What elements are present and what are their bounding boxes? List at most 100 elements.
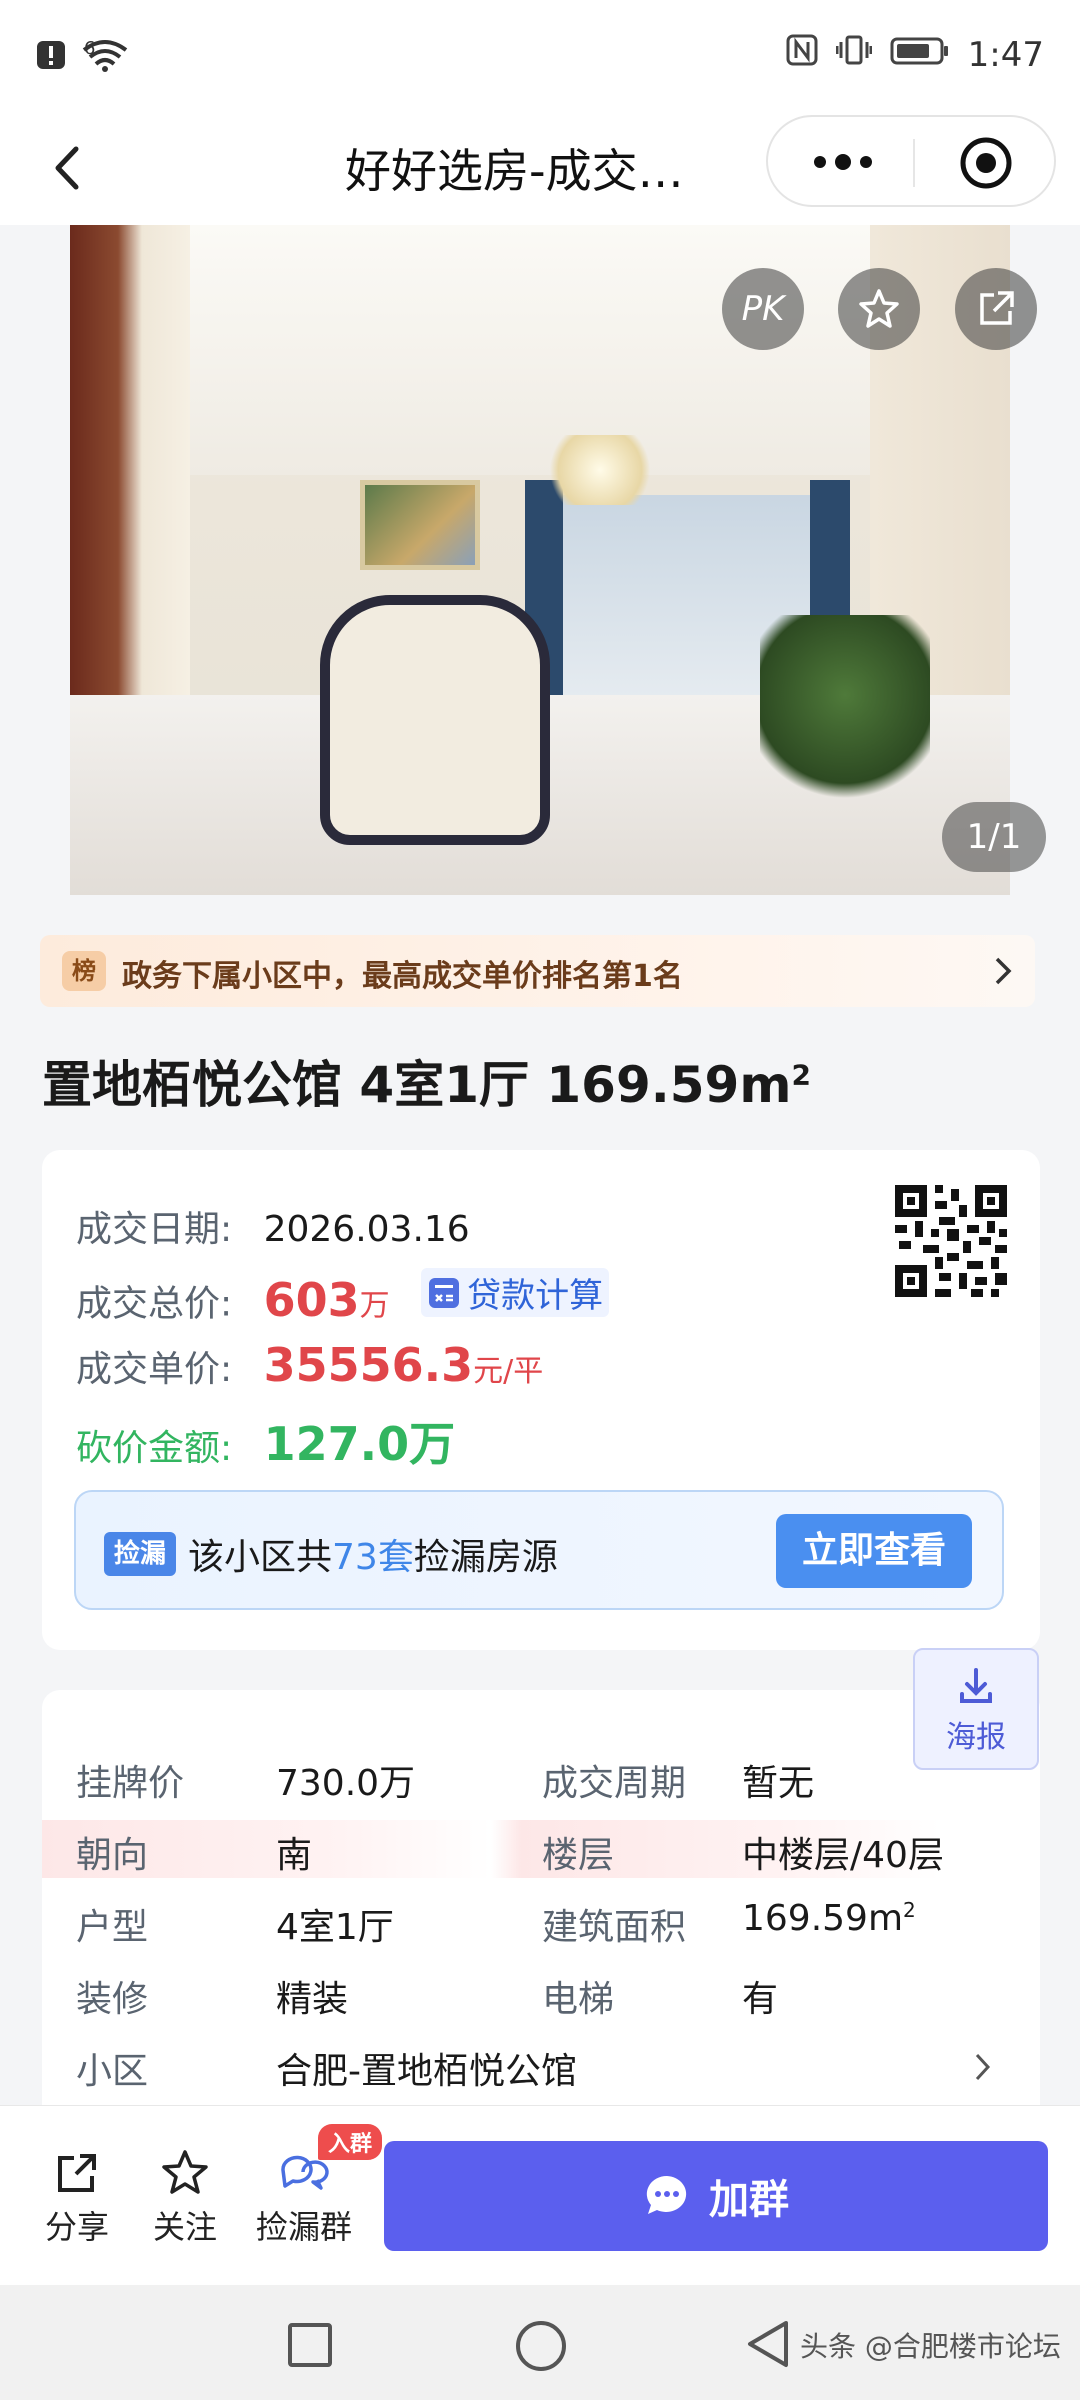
chevron-right-icon — [972, 2050, 994, 2084]
bargain-tag: 捡漏 — [104, 1532, 176, 1576]
nfc-icon — [786, 34, 818, 75]
share-button[interactable]: 分享 — [22, 2148, 132, 2248]
home-button[interactable] — [516, 2321, 566, 2371]
view-now-button[interactable]: 立即查看 — [776, 1514, 972, 1588]
close-miniprogram-button[interactable] — [958, 135, 1014, 191]
deal-total-row: 成交总价: 603万 贷款计算 — [76, 1268, 610, 1327]
bargain-text: 该小区共73套捡漏房源 — [188, 1537, 558, 1578]
pk-compare-button[interactable]: PK — [722, 268, 804, 350]
pk-label: PK — [741, 289, 785, 329]
detail-key: 装修 — [76, 1979, 149, 2020]
community-row[interactable]: 小区 合肥-置地栢悦公馆 — [42, 2036, 1040, 2094]
vibrate-icon — [835, 34, 873, 75]
follow-label: 关注 — [152, 2208, 217, 2246]
join-group-button[interactable]: 加群 — [384, 2141, 1048, 2251]
deal-total-value: 603 — [263, 1272, 360, 1327]
follow-button[interactable]: 关注 — [130, 2148, 240, 2248]
details-row: 装修 精装 电梯 有 — [42, 1964, 1040, 2022]
export-icon — [980, 291, 1014, 325]
deal-total-unit: 万 — [359, 1288, 390, 1324]
system-back-button[interactable] — [744, 2317, 792, 2375]
ranking-text: 政务下属小区中，最高成交单价排名第1名 — [122, 959, 683, 994]
calculator-icon — [429, 1277, 460, 1308]
community-name: 合肥-置地栢悦公馆 — [276, 2051, 577, 2092]
page-title: 好好选房-成交… — [345, 144, 684, 198]
deal-unit-price-label: 成交单价: — [76, 1349, 233, 1390]
poster-label: 海报 — [946, 1720, 1006, 1755]
star-icon — [162, 2150, 208, 2194]
status-right: 1:47 — [786, 34, 1044, 75]
system-nav-bar: 头条 @合肥楼市论坛 — [0, 2285, 1080, 2400]
detail-value: 730.0万 — [276, 1763, 416, 1804]
chevron-right-icon — [990, 953, 1016, 989]
recent-apps-button[interactable] — [288, 2323, 332, 2367]
signal-label: 6 — [84, 37, 96, 59]
detail-key: 小区 — [76, 2051, 149, 2092]
back-button[interactable] — [38, 133, 98, 203]
discount-row: 砍价金额: 127.0万 — [76, 1408, 455, 1474]
detail-value: 精装 — [276, 1979, 349, 2020]
detail-key: 楼层 — [542, 1835, 615, 1876]
title-area-superscript: 2 — [791, 1058, 811, 1092]
detail-key: 户型 — [76, 1907, 149, 1948]
loan-calculator-label: 贷款计算 — [467, 1276, 604, 1316]
detail-key: 挂牌价 — [76, 1763, 185, 1804]
listing-title: 置地栢悦公馆 4室1厅 169.59m2 — [42, 1056, 811, 1114]
qr-code[interactable] — [895, 1185, 1007, 1297]
deal-date-value: 2026.03.16 — [263, 1209, 470, 1250]
more-menu-button[interactable] — [808, 147, 878, 177]
deal-unit-price-row: 成交单价: 35556.3元/平 — [76, 1338, 543, 1392]
detail-value: 4室1厅 — [276, 1907, 394, 1948]
poster-button[interactable]: 海报 — [913, 1648, 1039, 1770]
status-bar: 6 1:47 — [0, 0, 1080, 115]
detail-value: 暂无 — [742, 1763, 815, 1804]
chat-icon — [646, 2175, 687, 2214]
miniprogram-capsule — [766, 115, 1056, 207]
detail-value: 南 — [276, 1835, 313, 1876]
capsule-divider — [913, 139, 915, 187]
loan-calculator-button[interactable]: 贷款计算 — [421, 1268, 610, 1317]
details-row: 挂牌价 730.0万 成交周期 暂无 — [42, 1748, 1040, 1806]
status-time: 1:47 — [967, 34, 1044, 75]
deal-info-card: 成交日期: 2026.03.16 成交总价: 603万 贷款计算 成交单价: 3… — [42, 1150, 1040, 1650]
ranking-banner[interactable]: 榜 政务下属小区中，最高成交单价排名第1名 — [40, 935, 1035, 1007]
detail-value: 有 — [742, 1979, 779, 2020]
rank-badge: 榜 — [62, 951, 106, 991]
discount-label: 砍价金额: — [76, 1428, 233, 1469]
nav-bar: 好好选房-成交… — [0, 115, 1080, 225]
detail-key: 朝向 — [76, 1835, 149, 1876]
deal-date-label: 成交日期: — [76, 1209, 233, 1250]
details-row: 朝向 南 楼层 中楼层/40层 — [42, 1820, 1040, 1878]
discount-value: 127.0万 — [263, 1417, 456, 1471]
download-icon — [960, 1668, 992, 1703]
detail-value: 中楼层/40层 — [742, 1835, 944, 1876]
bottom-action-bar: 分享 关注 捡漏群 入群 加群 — [0, 2105, 1080, 2285]
deal-unit-price-unit: 元/平 — [473, 1354, 544, 1389]
details-row: 户型 4室1厅 建筑面积 169.59m2 — [42, 1892, 1040, 1950]
battery-icon — [890, 35, 950, 75]
share-label: 分享 — [44, 2208, 109, 2246]
source-watermark: 头条 @合肥楼市论坛 — [800, 2330, 1061, 2363]
favorite-button[interactable] — [838, 268, 920, 350]
join-group-label: 加群 — [709, 2177, 789, 2223]
bargain-group-label: 捡漏群 — [255, 2208, 352, 2246]
area-superscript: 2 — [903, 1898, 916, 1922]
deal-date-row: 成交日期: 2026.03.16 — [76, 1200, 470, 1252]
status-left: 6 — [36, 37, 128, 76]
property-details-card: 挂牌价 730.0万 成交周期 暂无 朝向 南 楼层 中楼层/40层 户型 4室… — [42, 1690, 1040, 2110]
bargain-listings-banner[interactable]: 捡漏 该小区共73套捡漏房源 立即查看 — [74, 1490, 1004, 1610]
content-sheet: 榜 政务下属小区中，最高成交单价排名第1名 置地栢悦公馆 4室1厅 169.59… — [0, 895, 1080, 2110]
share-icon — [58, 2154, 96, 2192]
detail-key: 电梯 — [542, 1979, 615, 2020]
bargain-count: 73套 — [332, 1537, 414, 1578]
bargain-group-button[interactable]: 捡漏群 — [248, 2148, 360, 2248]
join-badge: 入群 — [318, 2124, 383, 2160]
deal-total-label: 成交总价: — [76, 1283, 233, 1325]
detail-key: 建筑面积 — [542, 1907, 687, 1948]
deal-unit-price-value: 35556.3 — [263, 1338, 474, 1392]
detail-value: 169.59m2 — [742, 1898, 916, 1939]
share-photo-button[interactable] — [955, 268, 1037, 350]
alert-icon — [36, 40, 66, 74]
detail-key: 成交周期 — [542, 1763, 687, 1804]
photo-pager: 1/1 — [942, 802, 1046, 872]
